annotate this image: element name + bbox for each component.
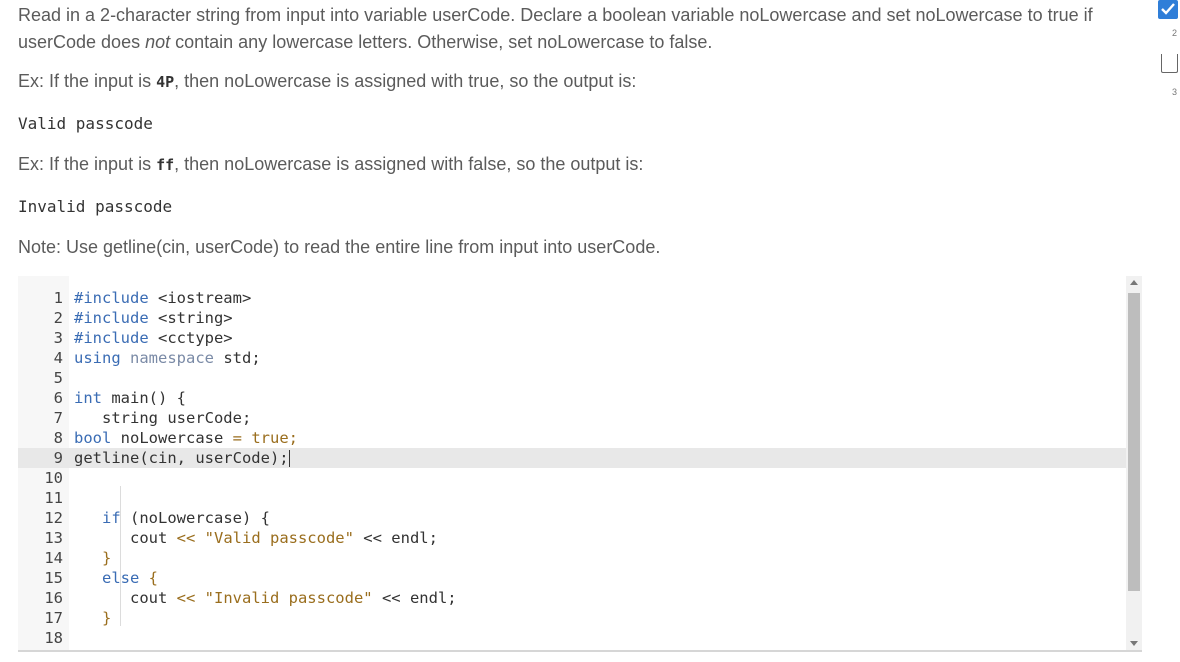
incomplete-box-icon [1161,54,1178,73]
example-2-input: ff [156,156,175,174]
line-number: 18 [44,629,63,647]
line-number: 4 [53,349,63,367]
scroll-thumb[interactable] [1128,293,1140,591]
note: Note: Use getline(cin, userCode) to read… [18,237,661,257]
example-1-output: Valid passcode [18,114,153,133]
code-line[interactable]: 18 [18,628,1126,648]
code-line[interactable]: 4 using namespace std; [18,348,1126,368]
line-number: 10 [44,469,63,487]
code-line[interactable]: 16 cout << "Invalid passcode" << endl; [18,588,1126,608]
line-number: 16 [44,589,63,607]
scroll-down-icon[interactable] [1130,641,1138,646]
line-number: 13 [44,529,63,547]
line-number: 8 [53,429,63,447]
line-number: 12 [44,509,63,527]
text-cursor [288,450,290,467]
line-number: 2 [53,309,63,327]
code-line-active[interactable]: 9 getline(cin, userCode); [18,448,1126,468]
code-line[interactable]: 10 [18,468,1126,488]
example-1-input: 4P [156,73,175,91]
completed-check-icon [1158,0,1178,19]
example-2-output: Invalid passcode [18,197,173,216]
line-number: 1 [53,289,63,307]
code-line[interactable]: 17 } [18,608,1126,628]
code-line[interactable]: 3 #include <cctype> [18,328,1126,348]
line-number: 11 [44,489,63,507]
code-line[interactable]: 6 int main() { [18,388,1126,408]
vertical-scrollbar[interactable] [1126,276,1142,650]
example-1: Ex: If the input is 4P, then noLowercase… [18,71,637,91]
code-line[interactable]: 8 bool noLowercase = true; [18,428,1126,448]
line-number: 7 [53,409,63,427]
code-line[interactable]: 11 [18,488,1126,508]
code-line[interactable]: 12 if (noLowercase) { [18,508,1126,528]
code-lines[interactable]: 1 #include <iostream> 2 #include <string> … [18,288,1126,648]
code-line[interactable]: 7 string userCode; [18,408,1126,428]
code-editor[interactable]: 1 #include <iostream> 2 #include <string> … [18,276,1142,652]
line-number: 5 [53,369,63,387]
line-number: 3 [53,329,63,347]
progress-item-2-label: 2 [1172,28,1178,38]
code-line[interactable]: 14 } [18,548,1126,568]
code-line[interactable]: 5 [18,368,1126,388]
scroll-up-icon[interactable] [1130,280,1138,285]
line-number: 14 [44,549,63,567]
line-number: 9 [53,449,63,467]
line-number: 6 [53,389,63,407]
example-2: Ex: If the input is ff, then noLowercase… [18,154,644,174]
code-line[interactable]: 13 cout << "Valid passcode" << endl; [18,528,1126,548]
line-number: 15 [44,569,63,587]
instruction-paragraph: Read in a 2-character string from input … [18,5,1093,52]
code-line[interactable]: 1 #include <iostream> [18,288,1126,308]
emphasis-not: not [145,32,171,52]
code-line[interactable]: 15 else { [18,568,1126,588]
progress-item-3-label: 3 [1172,87,1178,97]
line-number: 17 [44,609,63,627]
code-line[interactable]: 2 #include <string> [18,308,1126,328]
progress-indicators: 2 3 [1158,0,1180,110]
